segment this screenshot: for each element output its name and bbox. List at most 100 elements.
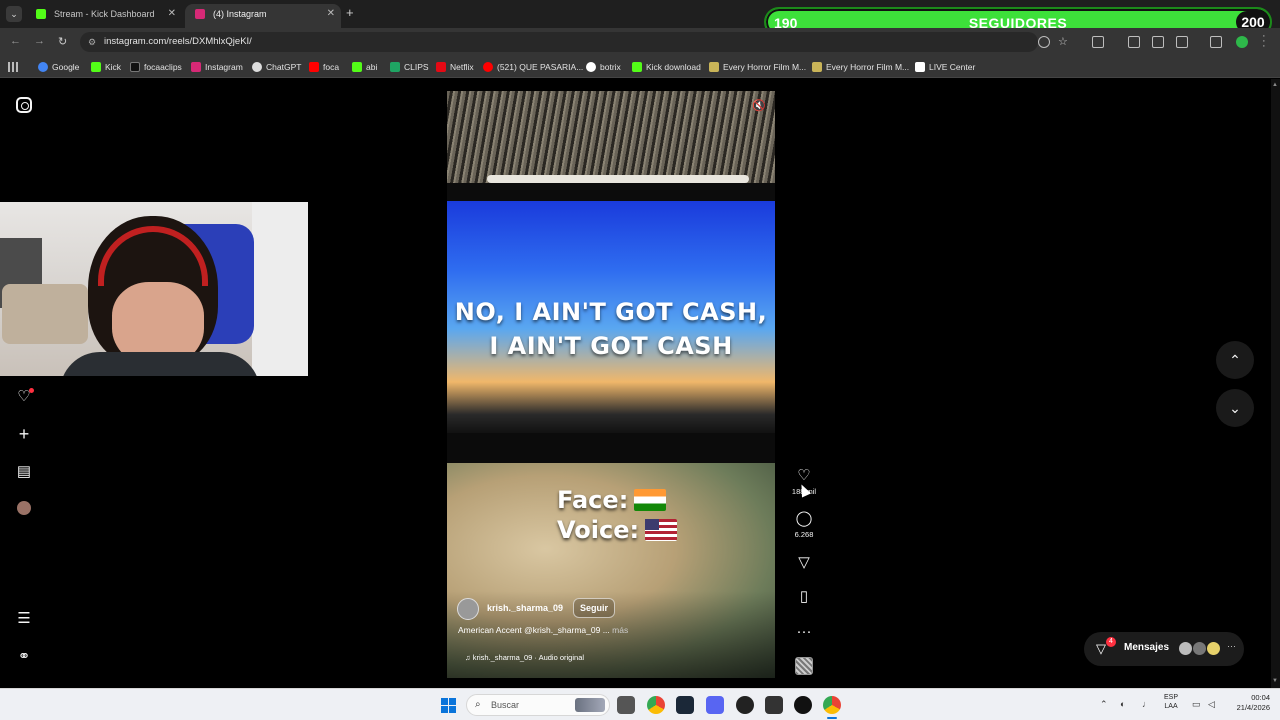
- kick-icon: [632, 62, 642, 72]
- scroll-up-icon[interactable]: ▲: [1272, 82, 1278, 88]
- chevron-down-icon: ⌄: [1229, 400, 1241, 416]
- avatar: [1178, 641, 1193, 656]
- bookmark-item[interactable]: Instagram: [191, 59, 243, 75]
- discord-icon[interactable]: [706, 696, 724, 714]
- apps-grid-icon[interactable]: [8, 62, 18, 72]
- kick-icon: [91, 62, 101, 72]
- tab-kick-dashboard[interactable]: Stream - Kick Dashboard ✕: [26, 4, 182, 28]
- app-icon[interactable]: [765, 696, 783, 714]
- share-button[interactable]: ▽: [786, 554, 822, 572]
- page-scrollbar[interactable]: ▲ ▼: [1271, 79, 1280, 688]
- usa-flag-icon: [645, 519, 678, 541]
- site-info-icon[interactable]: ⚙: [88, 32, 96, 52]
- drive-icon: [390, 62, 400, 72]
- sidepanel-icon[interactable]: [1210, 36, 1222, 48]
- bookmark-item[interactable]: CLIPS: [390, 59, 429, 75]
- bookmark-item[interactable]: focaaclips: [130, 59, 182, 75]
- system-clock[interactable]: 00:04 21/4/2026: [1226, 693, 1270, 713]
- extension-icon[interactable]: [1092, 36, 1104, 48]
- share-icon: ▽: [798, 554, 810, 571]
- notification-dot: [29, 388, 34, 393]
- mute-icon[interactable]: 🔇: [752, 99, 766, 112]
- plus-icon[interactable]: +: [14, 424, 34, 445]
- chrome-icon[interactable]: [823, 696, 841, 714]
- tab-instagram[interactable]: (4) Instagram ✕: [185, 4, 341, 28]
- bookmark-item[interactable]: ChatGPT: [252, 59, 301, 75]
- tab-search-button[interactable]: ⌄: [6, 6, 22, 22]
- bookmark-item[interactable]: botrix: [586, 59, 621, 75]
- chrome-icon[interactable]: [647, 696, 665, 714]
- extension-icon[interactable]: [1152, 36, 1164, 48]
- taskbar-search[interactable]: ⌕ Buscar: [466, 694, 610, 716]
- url-field[interactable]: ⚙ instagram.com/reels/DXMhlxQjeKI/: [80, 32, 1038, 52]
- profile-avatar[interactable]: [17, 501, 31, 515]
- language-indicator[interactable]: ESP LAA: [1164, 693, 1178, 711]
- app-icon[interactable]: [794, 696, 812, 714]
- author-avatar[interactable]: [457, 598, 479, 620]
- instagram-logo-icon[interactable]: [16, 97, 32, 113]
- more-link[interactable]: más: [612, 625, 628, 635]
- windows-icon[interactable]: [441, 698, 456, 713]
- youtube-icon: [483, 62, 493, 72]
- botrix-icon: [586, 62, 596, 72]
- bookmark-item[interactable]: Kick: [91, 59, 121, 75]
- network-icon[interactable]: ▭: [1192, 699, 1201, 710]
- task-view-icon[interactable]: [617, 696, 635, 714]
- windows-taskbar: ⌕ Buscar ⌃ ◐ ♩ ESP LAA ▭ ◁ 00:04 21/4/20…: [0, 688, 1280, 720]
- previous-reel-button[interactable]: ⌃: [1216, 341, 1254, 379]
- instagram-icon: [191, 62, 201, 72]
- tiktok-icon: [915, 62, 925, 72]
- messages-label: Mensajes: [1124, 642, 1170, 653]
- comment-icon: ◯: [795, 510, 813, 527]
- more-icon: ···: [796, 623, 812, 640]
- next-reel-button[interactable]: ⌄: [1216, 389, 1254, 427]
- bookmark-item[interactable]: Every Horror Film M...: [812, 59, 909, 75]
- close-tab-icon[interactable]: ✕: [168, 4, 176, 24]
- bookmark-item[interactable]: Kick download: [632, 59, 701, 75]
- bookmark-item[interactable]: Netflix: [436, 59, 474, 75]
- profile-avatar-icon[interactable]: [1236, 36, 1248, 48]
- back-icon[interactable]: ←: [10, 35, 21, 47]
- threads-icon[interactable]: ⚭: [14, 647, 34, 665]
- avatar: [1192, 641, 1207, 656]
- follow-button[interactable]: Seguir: [573, 598, 616, 618]
- new-tab-button[interactable]: +: [346, 5, 354, 20]
- author-name[interactable]: krish._sharma_09: [487, 603, 563, 613]
- extension-icon[interactable]: [1128, 36, 1140, 48]
- save-button[interactable]: ▯: [786, 588, 822, 606]
- bookmark-star-icon[interactable]: ☆: [1058, 35, 1068, 48]
- volume-icon[interactable]: ◁: [1208, 699, 1215, 710]
- comment-button[interactable]: ◯ 6.268: [786, 510, 822, 539]
- menu-icon[interactable]: ☰: [14, 609, 34, 627]
- obs-icon[interactable]: [736, 696, 754, 714]
- insights-icon[interactable]: ▤: [14, 462, 34, 480]
- messages-button[interactable]: ▽ 4 Mensajes ···: [1084, 632, 1244, 666]
- reel-description: American Accent @krish._sharma_09 ... má…: [458, 625, 629, 635]
- reel-video[interactable]: 🔇 NO, I AIN'T GOT CASH, I AIN'T GOT CASH…: [447, 91, 775, 678]
- tray-icon[interactable]: ◐: [1120, 699, 1125, 709]
- extension-icon[interactable]: [1176, 36, 1188, 48]
- audio-thumbnail[interactable]: [795, 657, 813, 675]
- bookmark-item[interactable]: Every Horror Film M...: [709, 59, 806, 75]
- bookmark-item[interactable]: (521) QUE PASARIA...: [483, 59, 583, 75]
- bookmark-item[interactable]: abi: [352, 59, 377, 75]
- tray-overflow-icon[interactable]: ⌃: [1100, 699, 1108, 710]
- close-tab-icon[interactable]: ✕: [327, 4, 335, 24]
- browser-menu-icon[interactable]: · · ·: [1262, 31, 1266, 52]
- audio-link[interactable]: ♫ krish._sharma_09 · Audio original: [465, 653, 584, 662]
- install-icon[interactable]: [1038, 36, 1050, 48]
- webcam-overlay: [0, 202, 308, 376]
- scroll-down-icon[interactable]: ▼: [1272, 678, 1278, 684]
- mic-icon[interactable]: ♩: [1142, 699, 1151, 709]
- forward-icon[interactable]: →: [34, 35, 45, 47]
- more-options-button[interactable]: ···: [786, 623, 822, 641]
- bookmark-item[interactable]: LIVE Center: [915, 59, 975, 75]
- google-icon: [38, 62, 48, 72]
- bookmark-item[interactable]: foca: [309, 59, 339, 75]
- steam-icon[interactable]: [676, 696, 694, 714]
- tiktok-icon: [130, 62, 140, 72]
- reload-icon[interactable]: ↻: [58, 35, 67, 48]
- url-text: instagram.com/reels/DXMhlxQjeKI/: [104, 36, 252, 47]
- bookmark-item[interactable]: Google: [38, 59, 79, 75]
- tab-title: (4) Instagram: [213, 9, 267, 19]
